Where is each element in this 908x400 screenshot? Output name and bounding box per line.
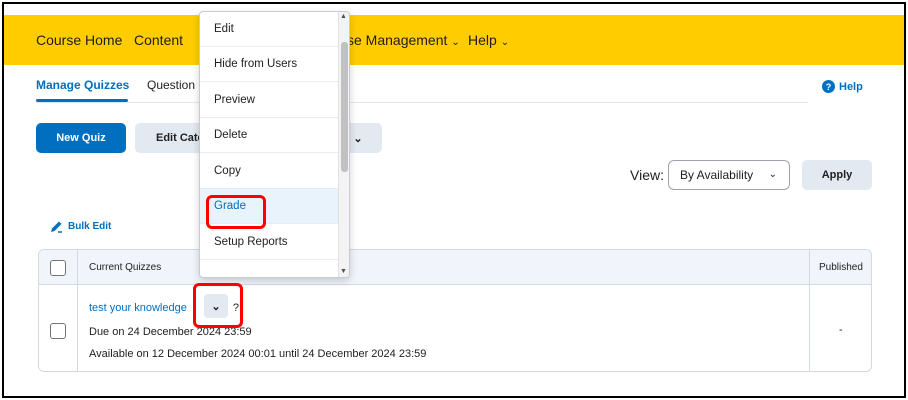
pencil-icon — [51, 221, 62, 233]
bulk-edit-label: Bulk Edit — [68, 221, 112, 232]
help-link-label: Help — [839, 80, 863, 93]
column-divider — [77, 250, 78, 371]
chevron-down-icon: ⌄ — [451, 37, 460, 48]
help-icon: ? — [822, 80, 835, 93]
scroll-down-icon[interactable]: ▼ — [340, 268, 347, 275]
current-quizzes-header: Current Quizzes — [89, 262, 162, 273]
select-all-checkbox[interactable] — [50, 260, 66, 276]
screenshot-frame: Course Home Content se Management ⌄ Help ⌄… — [2, 2, 906, 398]
menu-item-setup-reports[interactable]: Setup Reports — [200, 225, 340, 260]
tab-question-library[interactable]: Question — [147, 78, 195, 92]
table-header — [39, 250, 871, 285]
nav-help[interactable]: Help ⌄ — [468, 32, 509, 48]
published-value: - — [839, 324, 843, 336]
menu-item-delete[interactable]: Delete — [200, 118, 340, 153]
quiz-context-menu: Edit Hide from Users Preview Delete Copy… — [199, 11, 350, 278]
chevron-down-icon: ⌄ — [353, 132, 363, 145]
scroll-thumb[interactable] — [341, 42, 348, 172]
view-select[interactable]: By Availability ⌄ — [668, 160, 790, 190]
new-quiz-button[interactable]: New Quiz — [36, 123, 126, 153]
menu-item-preview[interactable]: Preview — [200, 83, 340, 118]
tab-manage-quizzes[interactable]: Manage Quizzes — [36, 78, 129, 92]
nav-course-management[interactable]: se Management ⌄ — [347, 32, 460, 48]
nav-content[interactable]: Content — [134, 32, 183, 48]
chevron-highlight-box — [193, 283, 243, 328]
help-link[interactable]: ? Help — [822, 80, 863, 93]
chevron-down-icon: ⌄ — [500, 37, 510, 48]
menu-item-copy[interactable]: Copy — [200, 154, 340, 189]
apply-button[interactable]: Apply — [802, 160, 872, 190]
nav-help-label: Help — [468, 32, 497, 48]
menu-scrollbar[interactable]: ▲ ▼ — [338, 12, 349, 277]
tab-divider — [36, 102, 808, 103]
scroll-up-icon[interactable]: ▲ — [340, 13, 347, 20]
chevron-down-icon: ⌄ — [768, 169, 777, 180]
course-navbar: Course Home Content se Management ⌄ Help ⌄ — [4, 15, 904, 65]
grade-highlight-box — [206, 195, 266, 229]
quiz-availability: Available on 12 December 2024 00:01 unti… — [89, 348, 427, 360]
menu-item-hide-from-users[interactable]: Hide from Users — [200, 47, 340, 82]
row-checkbox[interactable] — [50, 323, 66, 339]
nav-course-home[interactable]: Course Home — [36, 32, 122, 48]
quizzes-table: Current Quizzes Published test your know… — [38, 249, 872, 372]
quiz-title: test your knowledge — [89, 302, 187, 314]
active-tab-indicator — [36, 99, 128, 102]
menu-item-edit[interactable]: Edit — [200, 12, 340, 47]
published-header: Published — [819, 262, 863, 273]
view-label: View: — [630, 167, 664, 183]
nav-course-management-label: se Management — [347, 32, 448, 48]
bulk-edit-button[interactable]: Bulk Edit — [50, 220, 111, 233]
column-divider — [809, 250, 810, 371]
view-select-value: By Availability — [680, 168, 754, 182]
edit-categories-button[interactable]: Edit Cate — [135, 123, 205, 153]
